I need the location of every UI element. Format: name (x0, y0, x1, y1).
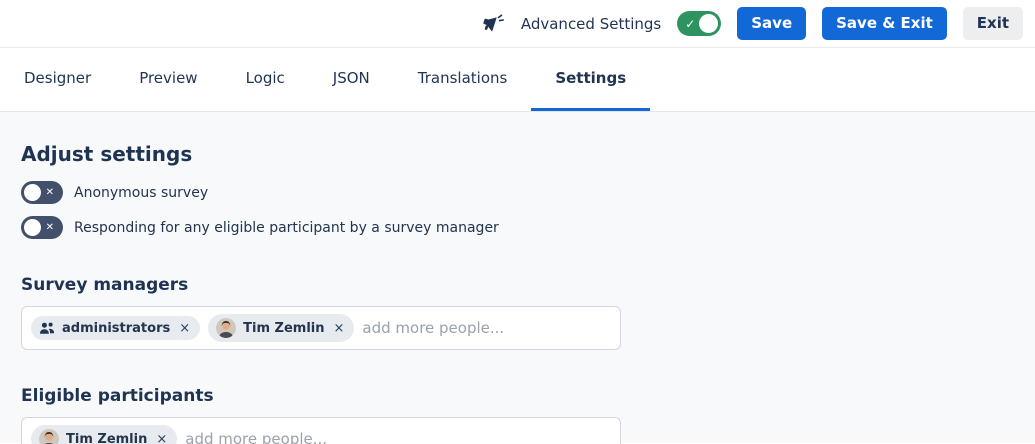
tab-json[interactable]: JSON (309, 48, 394, 111)
chip-remove-icon[interactable]: × (334, 322, 345, 335)
megaphone-icon (481, 12, 505, 36)
survey-managers-heading: Survey managers (21, 275, 1014, 295)
add-people-input[interactable] (362, 319, 611, 337)
anonymous-survey-row: ✕ Anonymous survey (21, 181, 1014, 204)
chip-remove-icon[interactable]: × (179, 322, 190, 335)
tab-preview[interactable]: Preview (115, 48, 221, 111)
tab-translations[interactable]: Translations (394, 48, 532, 111)
settings-panel: Adjust settings ✕ Anonymous survey ✕ Res… (0, 112, 1035, 443)
toggle-knob (24, 184, 41, 201)
cross-icon: ✕ (46, 223, 54, 233)
tab-logic[interactable]: Logic (222, 48, 309, 111)
anonymous-survey-toggle[interactable]: ✕ (21, 181, 63, 204)
chip-tim-zemlin[interactable]: Tim Zemlin × (31, 425, 177, 444)
avatar (216, 318, 236, 338)
chip-remove-icon[interactable]: × (156, 433, 167, 444)
eligible-participants-heading: Eligible participants (21, 386, 1014, 406)
manager-responding-row: ✕ Responding for any eligible participan… (21, 216, 1014, 239)
tab-bar: Designer Preview Logic JSON Translations… (0, 48, 1035, 112)
cross-icon: ✕ (46, 188, 54, 198)
toggle-knob (699, 14, 718, 33)
advanced-settings-label: Advanced Settings (521, 15, 661, 33)
chip-label: administrators (62, 321, 170, 336)
exit-button[interactable]: Exit (963, 7, 1023, 40)
anonymous-survey-label: Anonymous survey (74, 185, 208, 201)
toggle-knob (24, 219, 41, 236)
top-action-bar: Advanced Settings ✓ Save Save & Exit Exi… (0, 0, 1035, 48)
chip-label: Tim Zemlin (243, 321, 324, 336)
add-people-input[interactable] (185, 430, 611, 444)
tab-designer[interactable]: Designer (0, 48, 115, 111)
chip-administrators[interactable]: administrators × (31, 316, 200, 340)
eligible-participants-input[interactable]: Tim Zemlin × (21, 417, 621, 444)
survey-managers-input[interactable]: administrators × Tim Zemlin × (21, 306, 621, 350)
manager-responding-toggle[interactable]: ✕ (21, 216, 63, 239)
group-icon (39, 320, 55, 336)
avatar (39, 429, 59, 444)
save-and-exit-button[interactable]: Save & Exit (822, 7, 947, 40)
advanced-settings-toggle[interactable]: ✓ (677, 11, 721, 36)
page-title: Adjust settings (21, 112, 1014, 166)
check-icon: ✓ (685, 18, 695, 30)
manager-responding-label: Responding for any eligible participant … (74, 220, 499, 236)
chip-label: Tim Zemlin (66, 432, 147, 444)
chip-tim-zemlin[interactable]: Tim Zemlin × (208, 314, 354, 342)
save-button[interactable]: Save (737, 7, 806, 40)
tab-settings[interactable]: Settings (531, 48, 650, 111)
